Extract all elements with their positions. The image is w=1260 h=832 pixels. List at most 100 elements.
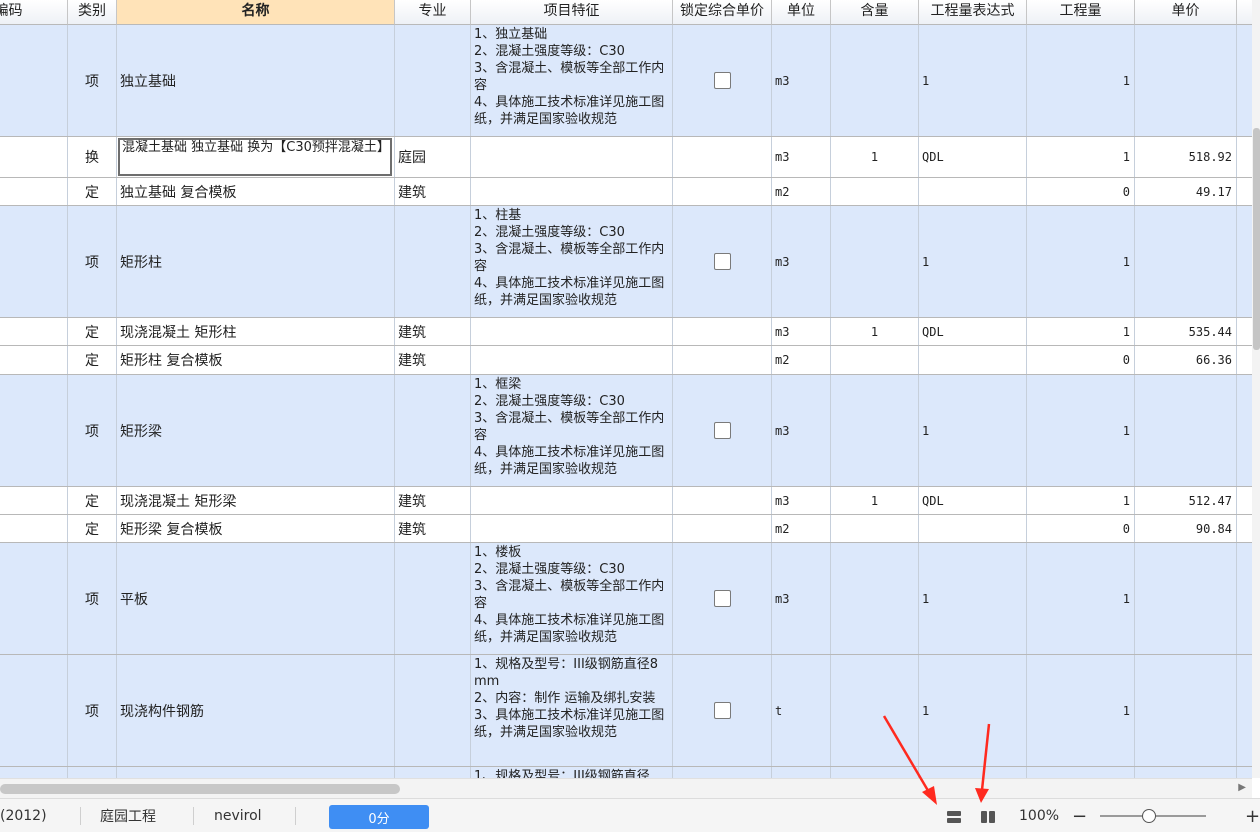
- cell-features[interactable]: 1、独立基础 2、混凝土强度等级：C30 3、含混凝土、模板等全部工作内容 4、…: [471, 25, 673, 136]
- cell-lock-price[interactable]: [673, 543, 772, 654]
- cell-lock-price[interactable]: [673, 178, 772, 205]
- cell-unit[interactable]: m3: [772, 375, 831, 486]
- cell-unit-price[interactable]: [1135, 543, 1237, 654]
- cell-quantity[interactable]: 1: [1027, 25, 1135, 136]
- cell-expression[interactable]: 1: [919, 375, 1027, 486]
- cell-code[interactable]: [0, 767, 68, 778]
- cell-quantity[interactable]: 1: [1027, 543, 1135, 654]
- horizontal-scroll-thumb[interactable]: [0, 784, 400, 794]
- cell-features[interactable]: 1、楼板 2、混凝土强度等级：C30 3、含混凝土、模板等全部工作内容 4、具体…: [471, 543, 673, 654]
- cell-features[interactable]: [471, 318, 673, 345]
- scroll-right-arrow-icon[interactable]: ▶: [1238, 782, 1246, 793]
- vertical-scroll-thumb[interactable]: [1253, 128, 1260, 350]
- cell-code[interactable]: 01003: [0, 206, 68, 317]
- cell-content[interactable]: [831, 515, 919, 542]
- cell-specialty[interactable]: [395, 25, 471, 136]
- lock-price-checkbox[interactable]: [713, 590, 731, 607]
- cell-extra[interactable]: [1237, 178, 1252, 205]
- cell-quantity[interactable]: 0: [1027, 515, 1135, 542]
- cell-type[interactable]: 定: [68, 178, 117, 205]
- cell-specialty[interactable]: [395, 375, 471, 486]
- cell-lock-price[interactable]: [673, 515, 772, 542]
- cell-features[interactable]: [471, 487, 673, 514]
- cell-lock-price[interactable]: [673, 655, 772, 766]
- cell-name[interactable]: 平板: [117, 543, 395, 654]
- cell-name[interactable]: 现浇混凝土 矩形梁: [117, 487, 395, 514]
- column-header-type[interactable]: 类别: [68, 0, 117, 25]
- cell-content[interactable]: [831, 375, 919, 486]
- cell-expression[interactable]: QDL: [919, 137, 1027, 177]
- vertical-scrollbar[interactable]: [1252, 0, 1260, 778]
- cell-unit-price[interactable]: [1135, 206, 1237, 317]
- cell-lock-price[interactable]: [673, 206, 772, 317]
- column-header-code[interactable]: 编码: [0, 0, 68, 25]
- cell-lock-price[interactable]: [673, 137, 772, 177]
- bill-grid[interactable]: 编码类别名称专业项目特征锁定综合单价单位含量工程量表达式工程量单价 03005项…: [0, 0, 1252, 778]
- table-row[interactable]: 03001项平板 1、楼板 2、混凝土强度等级：C30 3、含混凝土、模板等全部工…: [0, 543, 1252, 655]
- cell-expression[interactable]: QDL: [919, 318, 1027, 345]
- cell-extra[interactable]: [1237, 515, 1252, 542]
- cell-type[interactable]: 项: [68, 206, 117, 317]
- cell-extra[interactable]: [1237, 318, 1252, 345]
- cell-expression[interactable]: QDL: [919, 487, 1027, 514]
- horizontal-scrollbar[interactable]: ▶: [0, 778, 1252, 798]
- cell-unit[interactable]: t: [772, 655, 831, 766]
- cell-expression[interactable]: [919, 515, 1027, 542]
- cell-extra[interactable]: [1237, 375, 1252, 486]
- cell-unit[interactable]: m2: [772, 515, 831, 542]
- cell-content[interactable]: [831, 206, 919, 317]
- cell-code[interactable]: 01019: [0, 655, 68, 766]
- cell-unit-price[interactable]: [1135, 655, 1237, 766]
- cell-specialty[interactable]: [395, 206, 471, 317]
- column-header-name[interactable]: 名称: [117, 0, 395, 25]
- cell-unit[interactable]: m2: [772, 178, 831, 205]
- cell-unit[interactable]: m2: [772, 346, 831, 374]
- name-edit-box[interactable]: 混凝土基础 独立基础 换为【C30预拌混凝土】: [118, 138, 392, 176]
- zoom-out-button[interactable]: −: [1072, 799, 1087, 832]
- cell-type[interactable]: 项: [68, 25, 117, 136]
- cell-type[interactable]: 定: [68, 346, 117, 374]
- table-row[interactable]: 03005项独立基础 1、独立基础 2、混凝土强度等级：C30 3、含混凝土、模板…: [0, 25, 1252, 137]
- column-header-specialty[interactable]: 专业: [395, 0, 471, 25]
- cell-specialty[interactable]: 建筑: [395, 346, 471, 374]
- cell-type[interactable]: 定: [68, 318, 117, 345]
- cell-specialty[interactable]: 庭园: [395, 137, 471, 177]
- cell-extra[interactable]: [1237, 25, 1252, 136]
- cell-lock-price[interactable]: [673, 487, 772, 514]
- cell-lock-price[interactable]: [673, 25, 772, 136]
- cell-extra[interactable]: [1237, 543, 1252, 654]
- table-row[interactable]: 定矩形梁 复合模板 建筑 m2 0 90.84: [0, 515, 1252, 543]
- cell-code[interactable]: [0, 137, 68, 177]
- cell-expression[interactable]: 1: [919, 655, 1027, 766]
- cell-name[interactable]: 矩形梁 复合模板: [117, 515, 395, 542]
- cell-unit[interactable]: m3: [772, 206, 831, 317]
- layout-rows-icon[interactable]: [946, 811, 962, 823]
- cell-type[interactable]: [68, 767, 117, 778]
- cell-expression[interactable]: [919, 346, 1027, 374]
- cell-unit[interactable]: m3: [772, 137, 831, 177]
- cell-name[interactable]: 独立基础 复合模板: [117, 178, 395, 205]
- cell-content[interactable]: 1: [831, 318, 919, 345]
- cell-features[interactable]: 1、规格及型号：III级钢筋直径: [471, 767, 673, 778]
- cell-name[interactable]: [117, 767, 395, 778]
- cell-code[interactable]: 03005: [0, 25, 68, 136]
- cell-content[interactable]: [831, 25, 919, 136]
- cell-content[interactable]: [831, 543, 919, 654]
- table-row[interactable]: 01019项现浇构件钢筋 1、规格及型号：III级钢筋直径8mm 2、内容：制作 …: [0, 655, 1252, 767]
- table-row[interactable]: 01003项矩形柱 1、柱基 2、混凝土强度等级：C30 3、含混凝土、模板等全部…: [0, 206, 1252, 318]
- cell-content[interactable]: [831, 767, 919, 778]
- table-row[interactable]: 定现浇混凝土 矩形柱 建筑 m3 1 QDL 1 535.44: [0, 318, 1252, 346]
- cell-extra[interactable]: [1237, 137, 1252, 177]
- cell-unit-price[interactable]: 518.92: [1135, 137, 1237, 177]
- lock-price-checkbox[interactable]: [713, 72, 731, 89]
- column-header-quantity[interactable]: 工程量: [1027, 0, 1135, 25]
- cell-specialty[interactable]: [395, 767, 471, 778]
- cell-quantity[interactable]: 1: [1027, 655, 1135, 766]
- column-header-content[interactable]: 含量: [831, 0, 919, 25]
- cell-unit[interactable]: [772, 767, 831, 778]
- cell-unit-price[interactable]: [1135, 767, 1237, 778]
- table-row[interactable]: 1、规格及型号：III级钢筋直径: [0, 767, 1252, 778]
- cell-quantity[interactable]: 0: [1027, 178, 1135, 205]
- cell-content[interactable]: [831, 178, 919, 205]
- column-header-extra[interactable]: [1237, 0, 1252, 25]
